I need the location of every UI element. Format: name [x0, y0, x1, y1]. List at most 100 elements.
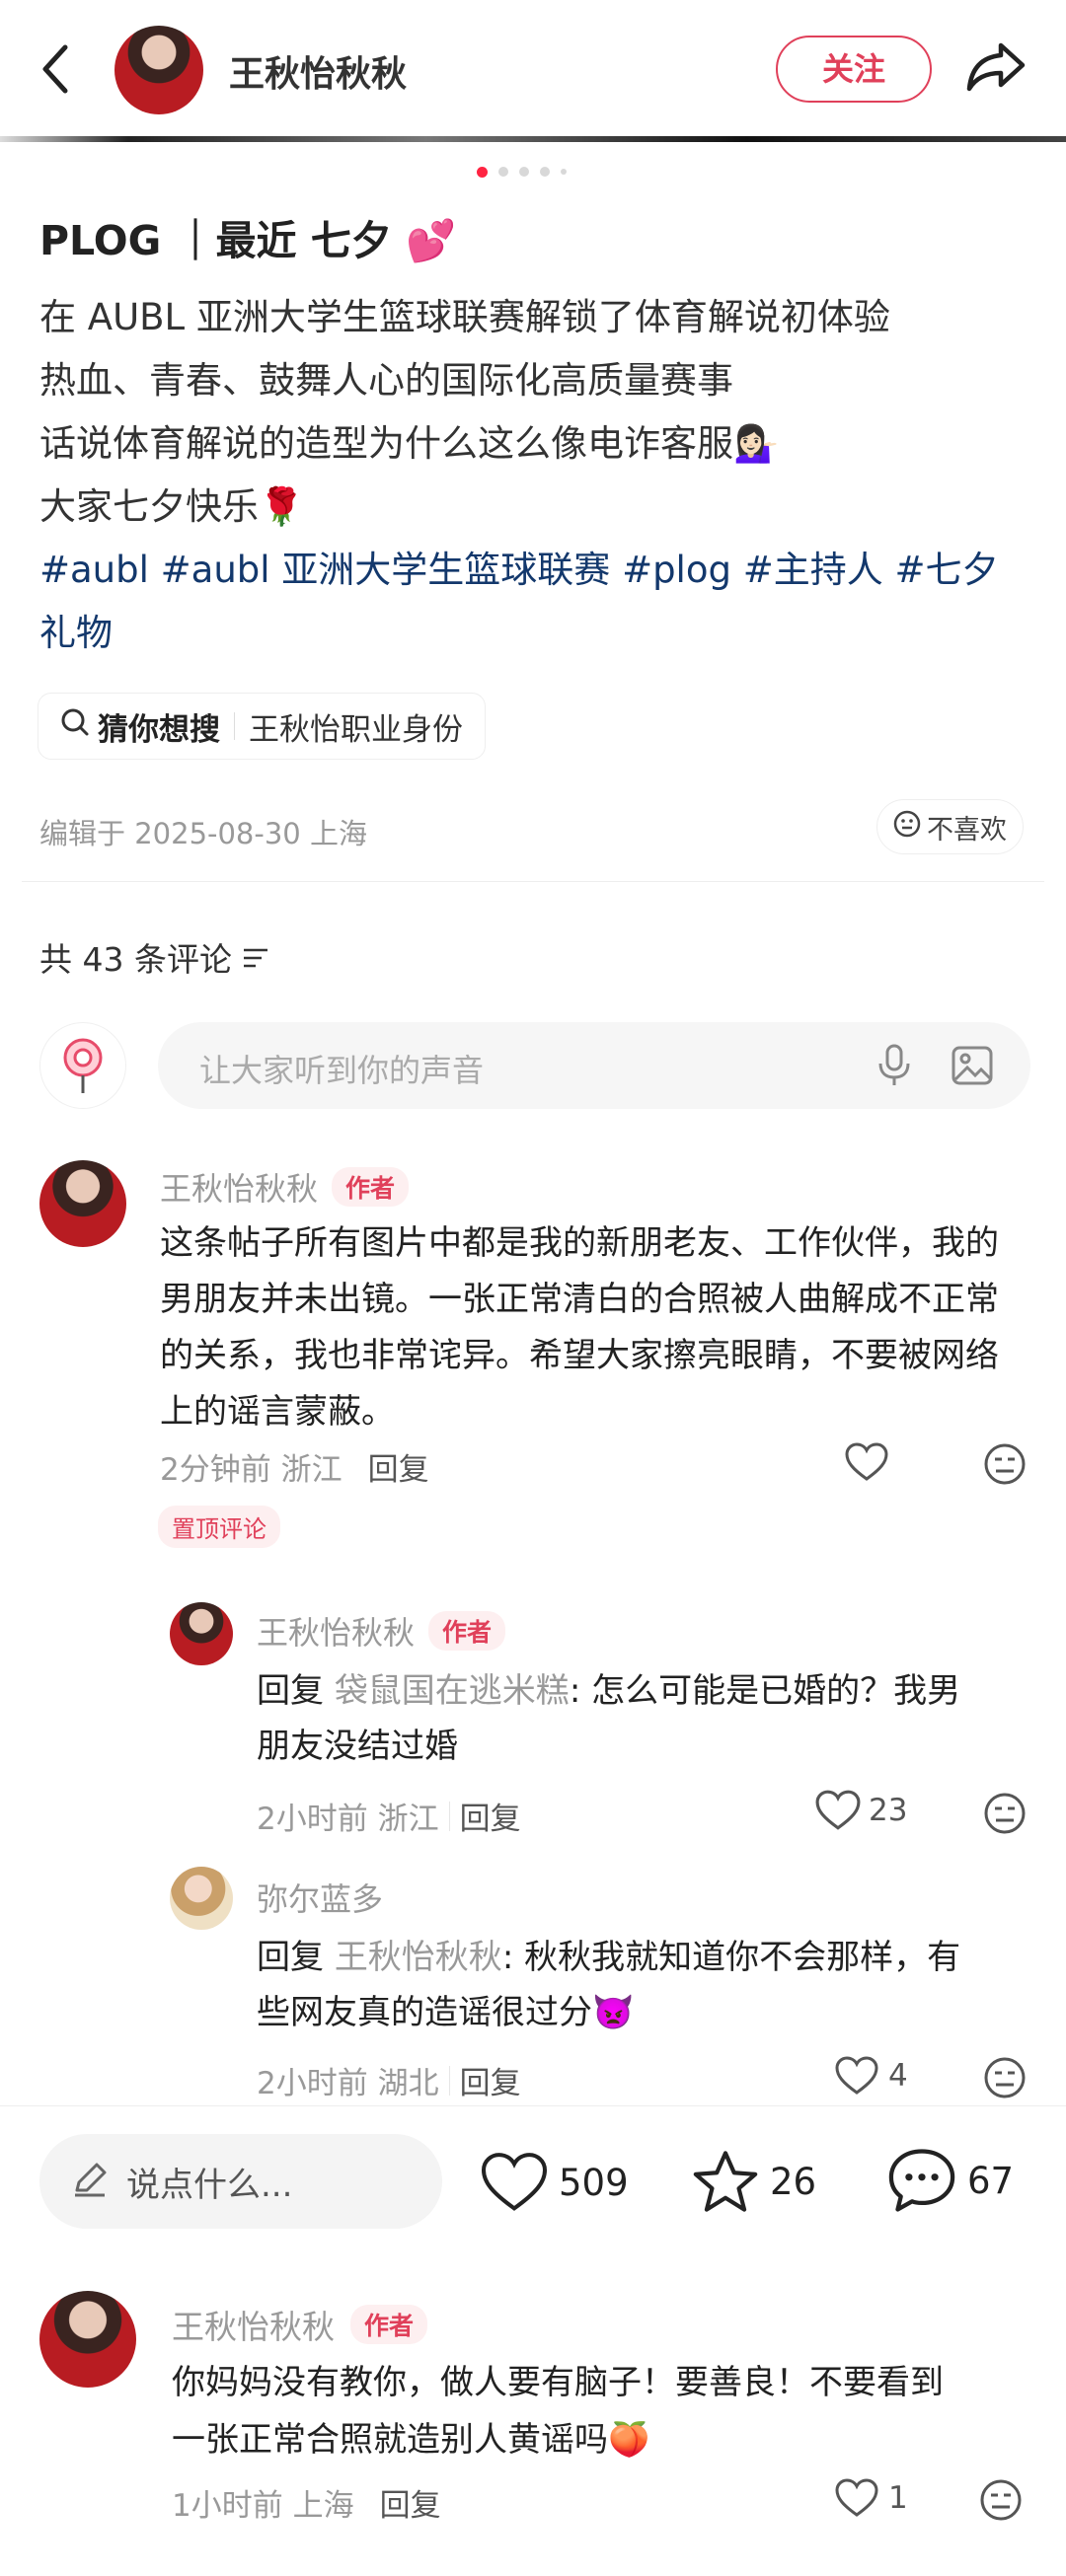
comment-line: 些网友真的造谣很过分 — [257, 1993, 592, 2032]
post-line: 话说体育解说的造型为什么这么像电诈客服 — [39, 422, 733, 465]
comment-line: 上的谣言蒙蔽。 — [160, 1392, 395, 1432]
comment-line: : 怎么可能是已婚的？我男 — [569, 1671, 961, 1711]
image-icon[interactable] — [952, 1046, 993, 1089]
heart-icon — [481, 2153, 548, 2211]
sort-icon[interactable] — [242, 938, 269, 977]
like-count: 4 — [888, 2058, 908, 2094]
avatar[interactable] — [170, 1867, 233, 1930]
comment-count[interactable]: 共 43 条评论 — [39, 933, 269, 981]
comment-time: 2分钟前 浙江 — [160, 1452, 343, 1488]
comment-time: 2小时前 湖北 — [257, 2066, 439, 2101]
carousel-dots — [477, 166, 567, 178]
avatar[interactable] — [39, 1160, 126, 1247]
like-button[interactable]: 23 — [815, 1790, 907, 1831]
like-icon — [835, 2056, 878, 2095]
avatar[interactable] — [170, 1602, 233, 1665]
top-bar: 王秋怡秋秋 关注 — [0, 0, 1066, 138]
star-icon — [693, 2151, 758, 2212]
back-icon[interactable] — [39, 43, 71, 95]
hashtags-cont[interactable]: 礼物 — [39, 602, 998, 665]
reply-prefix: 回复 — [257, 1671, 324, 1711]
heart-emoji: 💕 — [406, 217, 457, 264]
comments-button[interactable]: 67 — [886, 2146, 1014, 2215]
username[interactable]: 王秋怡秋秋 — [229, 45, 407, 97]
dislike-icon[interactable] — [983, 2056, 1027, 2103]
collect-button[interactable]: 26 — [691, 2148, 816, 2215]
peach-emoji: 🍑 — [608, 2420, 650, 2460]
post-title: PLOG ｜最近 七夕 — [39, 217, 392, 264]
dislike-icon[interactable] — [979, 2478, 1023, 2526]
my-avatar[interactable] — [39, 1022, 126, 1109]
like-button[interactable]: 1 — [835, 2478, 908, 2518]
like-button[interactable]: 509 — [480, 2152, 629, 2213]
dislike-label: 不喜欢 — [927, 814, 1007, 846]
dislike-icon[interactable] — [983, 1792, 1027, 1839]
like-count: 509 — [559, 2161, 629, 2204]
devil-emoji: 👿 — [592, 1993, 635, 2032]
like-icon — [835, 2478, 878, 2517]
dislike-icon[interactable] — [983, 1442, 1027, 1490]
comment-line: 男朋友并未出镜。一张正常清白的合照被人曲解成不正常 — [160, 1280, 999, 1319]
neutral-face-icon — [893, 810, 921, 845]
comment-box[interactable]: 说点什么... — [39, 2134, 442, 2229]
like-icon — [815, 1790, 861, 1830]
comment-line: : 秋秋我就知道你不会那样，有 — [501, 1938, 961, 1977]
like-button[interactable]: 4 — [835, 2056, 908, 2096]
pencil-icon — [71, 2161, 109, 2202]
comment-time: 2小时前 浙江 — [257, 1802, 439, 1837]
reply-target[interactable]: 袋鼠国在逃米糕 — [335, 1671, 570, 1711]
post-body: 在 AUBL 亚洲大学生篮球联赛解锁了体育解说初体验 热血、青春、鼓舞人心的国际… — [39, 286, 998, 665]
pinned-badge: 置顶评论 — [158, 1506, 280, 1548]
hashtags[interactable]: #aubl #aubl 亚洲大学生篮球联赛 #plog #主持人 #七夕 — [39, 539, 998, 602]
search-hint-label: 猜你想搜 — [98, 711, 220, 748]
divider — [448, 2065, 450, 2096]
comment-time: 1小时前 上海 — [172, 2488, 354, 2524]
comment-line: 朋友没结过婚 — [257, 1727, 458, 1766]
dislike-button[interactable]: 不喜欢 — [876, 799, 1024, 854]
search-icon — [60, 707, 90, 745]
comment-count-num: 67 — [967, 2159, 1015, 2202]
reply-target[interactable]: 王秋怡秋秋 — [335, 1938, 502, 1977]
comment-username[interactable]: 弥尔蓝多 — [257, 1875, 383, 1920]
comment-text: 回复 袋鼠国在逃米糕: 怎么可能是已婚的？我男 朋友没结过婚 — [257, 1663, 960, 1774]
star-count: 26 — [770, 2160, 817, 2203]
post-line: 热血、青春、鼓舞人心的国际化高质量赛事 — [39, 359, 733, 402]
mic-icon[interactable] — [876, 1044, 912, 1091]
comment-username[interactable]: 王秋怡秋秋 — [257, 1608, 415, 1654]
comment-username[interactable]: 王秋怡秋秋 — [172, 2301, 335, 2348]
avatar[interactable] — [39, 2291, 136, 2388]
comment-line: 这条帖子所有图片中都是我的新朋老友、工作伙伴，我的 — [160, 1223, 999, 1263]
post-line: 在 AUBL 亚洲大学生篮球联赛解锁了体育解说初体验 — [39, 296, 890, 338]
search-suggestion[interactable]: 猜你想搜 王秋怡职业身份 — [38, 693, 486, 760]
edit-info: 编辑于 2025-08-30 上海 — [39, 817, 367, 850]
divider — [22, 881, 1044, 882]
like-icon[interactable] — [845, 1442, 888, 1486]
post-title-row: PLOG ｜最近 七夕 💕 — [39, 207, 456, 266]
like-count: 1 — [888, 2480, 908, 2516]
reply-prefix: 回复 — [257, 1938, 324, 1977]
reply-button[interactable]: 回复 — [460, 1794, 521, 1838]
reply-button[interactable]: 回复 — [380, 2480, 441, 2525]
reply-button[interactable]: 回复 — [460, 2058, 521, 2102]
comment-text: 这条帖子所有图片中都是我的新朋老友、工作伙伴，我的 男朋友并未出镜。一张正常清白… — [160, 1215, 999, 1440]
comment-line: 的关系，我也非常诧异。希望大家擦亮眼睛，不要被网络 — [160, 1336, 999, 1375]
divider — [448, 1801, 450, 1831]
comment-text: 回复 王秋怡秋秋: 秋秋我就知道你不会那样，有 些网友真的造谣很过分👿 — [257, 1930, 960, 2040]
comment-username[interactable]: 王秋怡秋秋 — [160, 1164, 318, 1210]
rose-emoji: 🌹 — [259, 485, 305, 528]
author-badge: 作者 — [332, 1167, 410, 1207]
avatar[interactable] — [114, 26, 203, 114]
author-badge: 作者 — [350, 2305, 428, 2344]
follow-button[interactable]: 关注 — [776, 36, 932, 103]
reply-button[interactable]: 回复 — [368, 1444, 429, 1489]
comment-input[interactable]: 让大家听到你的声音 — [158, 1022, 1030, 1109]
comment-box-placeholder: 说点什么... — [126, 2165, 293, 2205]
bottom-action-bar: 说点什么... 509 26 67 — [0, 2105, 1066, 2253]
comment-icon — [888, 2149, 955, 2212]
comment-line: 你妈妈没有教你，做人要有脑子！要善良！不要看到 — [172, 2363, 944, 2402]
author-badge: 作者 — [428, 1611, 506, 1651]
divider — [234, 712, 235, 740]
share-icon[interactable] — [965, 39, 1027, 95]
post-line: 大家七夕快乐 — [39, 485, 259, 528]
comment-count-label: 共 43 条评论 — [39, 940, 232, 979]
